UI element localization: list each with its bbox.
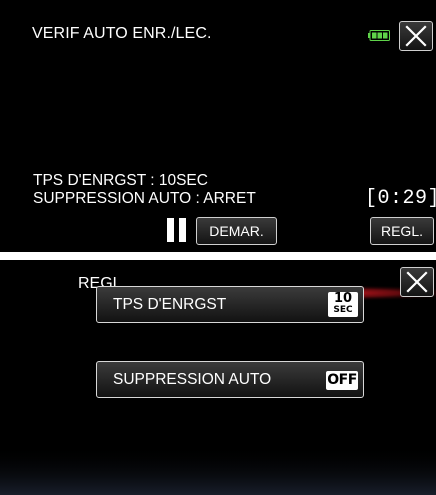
record-time-info: TPS D'ENRGST : 10SEC [33,172,208,189]
close-icon [405,25,427,47]
ten-sec-icon: 10 SEC [328,292,358,317]
menu-item-label: SUPPRESSION AUTO [113,371,272,388]
start-button[interactable]: DEMAR. [196,217,277,245]
menu-item-label: TPS D'ENRGST [113,296,227,313]
battery-icon [368,30,390,41]
auto-delete-info: SUPPRESSION AUTO : ARRET [33,190,256,207]
pause-icon [167,218,187,242]
menu-item-record-time[interactable]: TPS D'ENRGST 10 SEC [96,286,364,323]
auto-check-screen: VERIF AUTO ENR./LEC. TPS D'ENRGST : 10SE… [0,0,436,252]
settings-button[interactable]: REGL. [370,217,434,245]
time-counter: [0:29] [365,187,436,210]
settings-screen: REGL. TPS D'ENRGST 10 SEC SUPPRESSION AU… [0,260,436,495]
close-icon [406,271,428,293]
close-button[interactable] [400,267,434,297]
screen-title: VERIF AUTO ENR./LEC. [32,25,212,42]
settings-summary: TPS D'ENRGST : 10SEC SUPPRESSION AUTO : … [33,172,256,208]
close-button[interactable] [399,21,433,51]
off-icon: OFF [326,371,358,390]
menu-item-auto-delete[interactable]: SUPPRESSION AUTO OFF [96,361,364,398]
